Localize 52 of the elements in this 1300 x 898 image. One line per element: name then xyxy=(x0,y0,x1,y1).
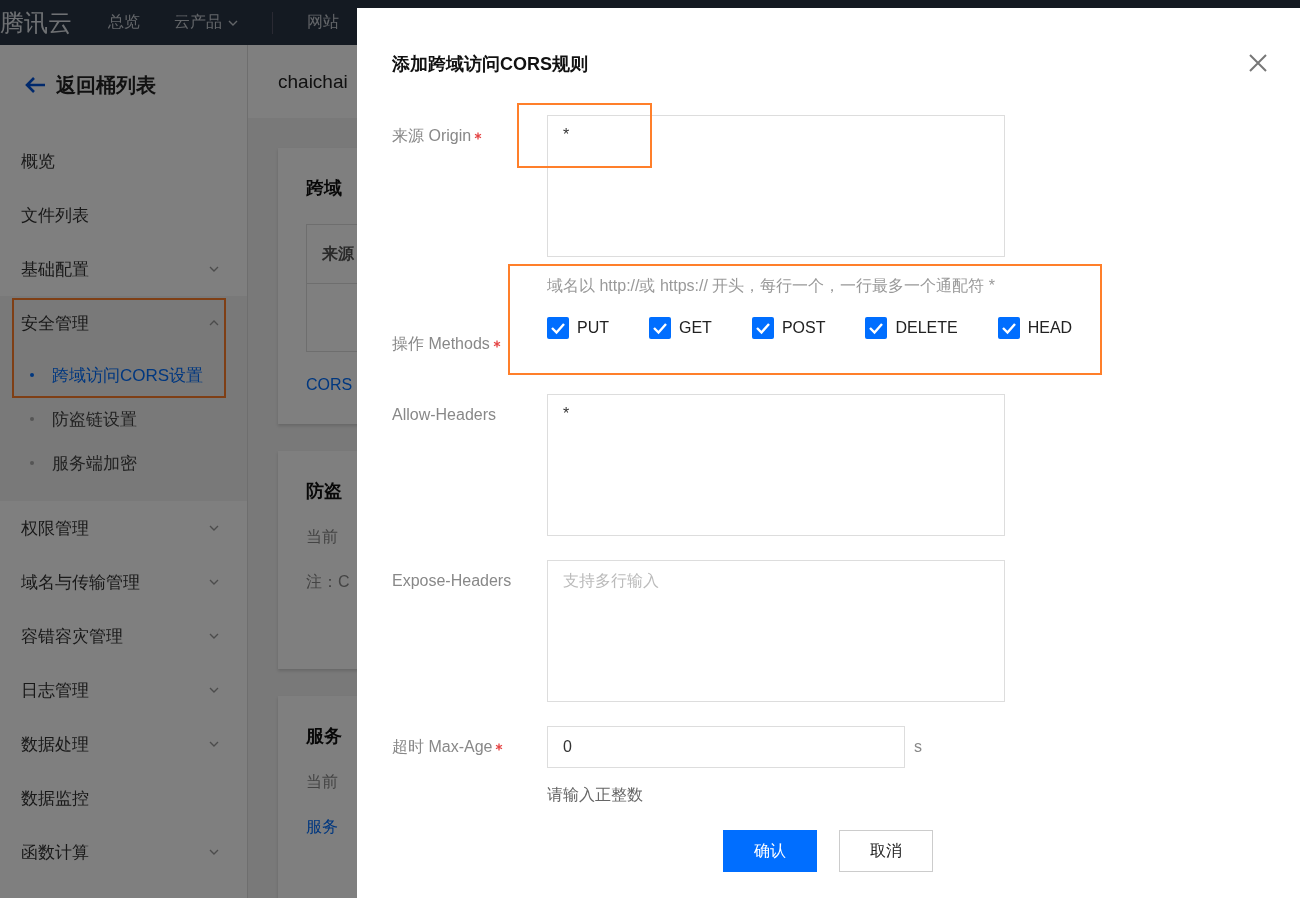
logo-text[interactable]: 腾讯云 xyxy=(0,6,72,39)
dialog-title: 添加跨域访问CORS规则 xyxy=(392,53,588,76)
checkbox-icon xyxy=(865,317,888,339)
checkbox-icon xyxy=(649,317,671,339)
card-text: 注：C xyxy=(306,572,350,592)
method-checkbox[interactable]: HEAD xyxy=(997,317,1073,339)
field-label: Expose-Headers xyxy=(392,571,512,591)
field-label: 操作 Methods xyxy=(392,334,490,354)
card-link[interactable]: CORS xyxy=(306,376,353,394)
sidebar-subitem[interactable]: 防盗链设置 xyxy=(0,397,247,441)
checkbox-icon xyxy=(547,317,569,339)
text-area-field[interactable]: * xyxy=(547,115,1005,257)
method-checkbox[interactable]: DELETE xyxy=(865,317,958,339)
card-link[interactable]: 服务 xyxy=(306,817,338,838)
method-checkbox[interactable]: PUT xyxy=(547,317,609,339)
sidebar-group[interactable]: 基础配置 xyxy=(0,242,247,296)
sidebar-group[interactable]: 函数计算 xyxy=(0,825,247,879)
card-title: 服务 xyxy=(306,725,342,748)
method-checkbox[interactable]: POST xyxy=(751,317,826,339)
text-area-field[interactable]: * xyxy=(547,394,1005,536)
nav-item[interactable]: 网站 xyxy=(307,12,339,33)
card-text: 当前 xyxy=(306,527,338,547)
field-label: 超时 Max-Age xyxy=(392,737,493,757)
method-checkbox[interactable]: GET xyxy=(649,317,712,339)
max-age-field[interactable]: 0 xyxy=(547,726,905,768)
sidebar-subitem[interactable]: 跨域访问CORS设置 xyxy=(0,353,247,397)
sidebar-group[interactable]: 权限管理 xyxy=(0,501,247,555)
nav-item[interactable]: 云产品 xyxy=(174,12,238,33)
sidebar-group[interactable]: 数据处理 xyxy=(0,717,247,771)
card-text: 当前 xyxy=(306,772,338,792)
sidebar-subitem[interactable]: 服务端加密 xyxy=(0,441,247,485)
sidebar-item[interactable]: 数据监控 xyxy=(0,771,247,825)
back-arrow-icon xyxy=(24,76,46,94)
nav-item[interactable]: 总览 xyxy=(108,12,140,33)
sidebar-item[interactable]: 文件列表 xyxy=(0,188,247,242)
hint-text: 请输入正整数 xyxy=(547,785,644,805)
checkbox-icon xyxy=(997,317,1020,339)
sidebar-group[interactable]: 安全管理 xyxy=(0,296,247,350)
card-title: 跨域 xyxy=(306,177,342,200)
cancel-button[interactable]: 取消 xyxy=(838,830,933,872)
sidebar-item[interactable]: 概览 xyxy=(0,134,247,188)
sidebar-group[interactable]: 容错容灾管理 xyxy=(0,609,247,663)
sidebar-group[interactable]: 日志管理 xyxy=(0,663,247,717)
back-link[interactable]: 返回桶列表 xyxy=(0,45,162,125)
field-label: 来源 Origin xyxy=(392,126,472,146)
checkbox-icon xyxy=(751,317,774,339)
card-title: 防盗 xyxy=(306,480,342,503)
unit-label: s xyxy=(914,738,922,756)
confirm-button[interactable]: 确认 xyxy=(722,830,817,872)
field-label: Allow-Headers xyxy=(392,405,497,425)
close-icon[interactable] xyxy=(1248,53,1268,73)
sidebar-group[interactable]: 域名与传输管理 xyxy=(0,555,247,609)
